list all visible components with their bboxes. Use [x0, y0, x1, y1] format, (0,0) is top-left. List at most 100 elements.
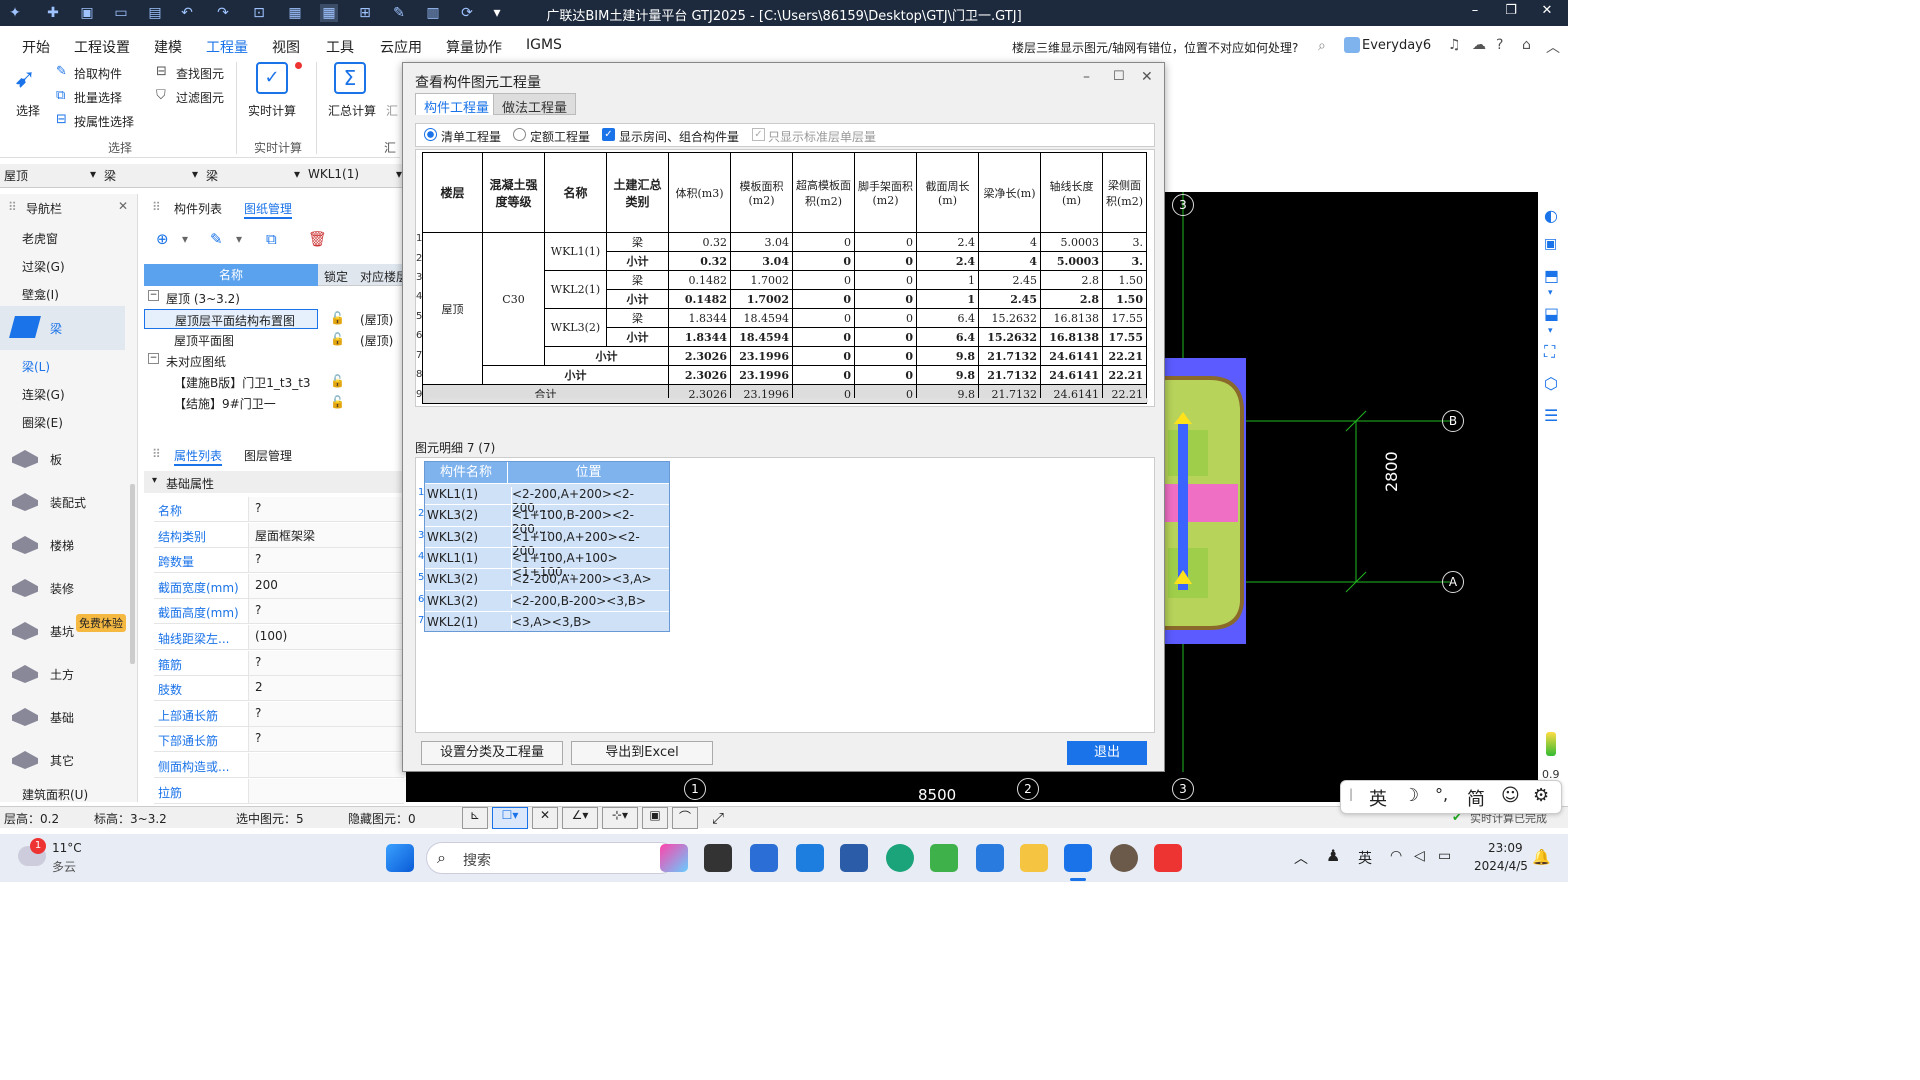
- file-explorer-icon[interactable]: [1020, 844, 1048, 872]
- select-button[interactable]: 选择: [16, 102, 40, 119]
- weather-desc[interactable]: 多云: [52, 858, 76, 875]
- menu-project-settings[interactable]: 工程设置: [74, 37, 130, 57]
- nav-scrollbar[interactable]: [130, 484, 135, 664]
- copilot-icon[interactable]: [660, 844, 688, 872]
- table-header-cell[interactable]: 梁侧面积(m2): [1102, 152, 1147, 233]
- table-header-cell[interactable]: 体积(m3): [668, 152, 731, 233]
- collapse-icon[interactable]: −: [148, 353, 159, 364]
- nav-item-building-area[interactable]: 建筑面积(U): [22, 786, 88, 803]
- add-drawing-icon[interactable]: ⊕: [156, 230, 169, 248]
- nav-item-lintel[interactable]: 过梁(G): [22, 258, 65, 275]
- prop-value[interactable]: 屋面框架梁: [248, 522, 408, 547]
- qq-icon[interactable]: ♟: [1326, 846, 1340, 865]
- subtype-dropdown[interactable]: 梁 ▾: [206, 167, 302, 185]
- angle-icon[interactable]: ∠▾: [562, 807, 598, 829]
- prop-row[interactable]: 下部通长筋?: [154, 727, 408, 753]
- close-icon[interactable]: ✕: [118, 199, 128, 213]
- start-icon[interactable]: [386, 844, 414, 872]
- element-detail-list[interactable]: 构件名称 位置 1 WKL1(1) <2-200,A+200><2-200,... 2…: [418, 461, 670, 632]
- prop-row[interactable]: 跨数量?: [154, 548, 408, 574]
- tree-row-selected[interactable]: 屋顶层平面结构布置图: [144, 309, 318, 329]
- headset-icon[interactable]: ♫: [1448, 37, 1461, 53]
- tree-row[interactable]: − 屋顶 (3~3.2): [148, 288, 406, 308]
- tab-method-quantity[interactable]: 做法工程量: [493, 93, 577, 116]
- clock-date[interactable]: 2024/4/5: [1474, 859, 1528, 873]
- notification-bell-icon[interactable]: 🔔: [1532, 848, 1551, 866]
- volume-icon[interactable]: ◁: [1414, 848, 1425, 864]
- menu-cloud[interactable]: 云应用: [380, 37, 422, 57]
- cad-app-icon[interactable]: [840, 844, 868, 872]
- prop-value[interactable]: ?: [248, 727, 408, 752]
- arc-icon[interactable]: ⌒: [672, 807, 698, 829]
- prop-row[interactable]: 轴线距梁左... (100): [154, 625, 408, 650]
- tab-component-quantity[interactable]: 构件工程量: [415, 93, 499, 116]
- prop-row[interactable]: 拉筋: [154, 778, 408, 804]
- exit-button[interactable]: 退出: [1067, 741, 1147, 765]
- collapse-ribbon-icon[interactable]: ︿: [1546, 37, 1560, 57]
- menu-quantity[interactable]: 工程量: [206, 37, 248, 60]
- prop-value[interactable]: ?: [248, 650, 408, 675]
- tab-drawing-management[interactable]: 图纸管理: [244, 200, 293, 219]
- tab-component-list[interactable]: 构件列表: [174, 200, 222, 217]
- chevron-down-icon[interactable]: ▾: [236, 232, 242, 246]
- gtj-app-icon[interactable]: [1064, 844, 1092, 872]
- table-header-cell[interactable]: 模板面积(m2): [730, 152, 793, 233]
- nav-cat-slab[interactable]: 板: [50, 451, 62, 468]
- tree-row[interactable]: 屋顶平面图: [144, 330, 318, 350]
- prop-value[interactable]: ?: [248, 548, 408, 573]
- drag-handle-icon[interactable]: ⠿: [152, 200, 161, 214]
- iso-view-icon[interactable]: ⬡: [1544, 374, 1558, 393]
- list-view-icon[interactable]: ☰: [1544, 406, 1558, 425]
- find-element-button[interactable]: 查找图元: [176, 65, 224, 82]
- export-excel-button[interactable]: 导出到Excel: [571, 741, 713, 765]
- detail-row[interactable]: 2 WKL3(2) <1+100,B-200><2-200,...: [418, 504, 669, 537]
- concept-app-icon[interactable]: [930, 844, 958, 872]
- tray-chevron-icon[interactable]: ︿: [1294, 848, 1308, 868]
- username[interactable]: Everyday6: [1362, 38, 1431, 53]
- table-header-cell[interactable]: 脚手架面积(m2): [854, 152, 917, 233]
- collapse-icon[interactable]: −: [148, 290, 159, 301]
- nav-item-coupling-beam[interactable]: 连梁(G): [22, 386, 65, 403]
- prop-row[interactable]: 截面高度(mm)?: [154, 599, 408, 625]
- menu-start[interactable]: 开始: [22, 37, 50, 57]
- emoji-icon[interactable]: ☺: [1501, 785, 1520, 806]
- expand-icon[interactable]: ⤢: [712, 809, 724, 827]
- cross-snap-icon[interactable]: ✕: [532, 807, 558, 829]
- close-icon[interactable]: ✕: [1141, 69, 1153, 85]
- axis-label-3-top[interactable]: 3: [1172, 194, 1194, 216]
- minimize-icon[interactable]: –: [1460, 3, 1490, 18]
- select-by-attr-button[interactable]: 按属性选择: [74, 113, 134, 130]
- axis-label-1[interactable]: 1: [684, 778, 706, 800]
- tab-layer-management[interactable]: 图层管理: [244, 447, 292, 464]
- close-icon[interactable]: ✕: [1532, 3, 1562, 18]
- offset-icon[interactable]: ⊹▾: [602, 807, 638, 829]
- fit-view-icon[interactable]: ⛶: [1544, 342, 1555, 362]
- prop-row[interactable]: 名称?: [154, 497, 408, 522]
- detail-col-position[interactable]: 位置: [507, 462, 669, 483]
- weather-temp[interactable]: 11°C: [52, 841, 82, 855]
- axis-label-2[interactable]: 2: [1017, 778, 1039, 800]
- prop-row[interactable]: 肢数 2: [154, 676, 408, 702]
- table-header-cell[interactable]: 超高模板面积(m2): [792, 152, 855, 233]
- store-icon[interactable]: [750, 844, 778, 872]
- help-icon[interactable]: ?: [1496, 37, 1503, 53]
- prop-group-header[interactable]: ▾ 基础属性: [144, 471, 406, 493]
- wps-icon[interactable]: [1154, 844, 1182, 872]
- tray-lang[interactable]: 英: [1358, 848, 1372, 868]
- nav-cat-prefab[interactable]: 装配式: [50, 494, 86, 511]
- moon-icon[interactable]: ☽: [1403, 785, 1419, 806]
- table-header-cell[interactable]: 截面周长(m): [916, 152, 979, 233]
- prop-row[interactable]: 箍筋?: [154, 650, 408, 676]
- ime-drag-handle[interactable]: |: [1349, 787, 1353, 801]
- nav-item-dormer[interactable]: 老虎窗: [22, 230, 58, 247]
- tree-row[interactable]: 【建施B版】门卫1_t3_t3: [144, 372, 318, 392]
- checkbox-std-only[interactable]: ✓: [752, 128, 765, 141]
- radio-quota-quantity[interactable]: [513, 128, 526, 141]
- help-search-text[interactable]: 楼层三维显示图元/轴网有错位，位置不对应如何处理?: [1012, 39, 1298, 56]
- prop-row[interactable]: 截面宽度(mm) 200: [154, 573, 408, 599]
- table-header-cell[interactable]: 土建汇总类别: [606, 152, 669, 233]
- summary-calc-button[interactable]: 汇总计算: [328, 102, 376, 119]
- detail-col-name[interactable]: 构件名称: [425, 462, 507, 483]
- table-header-cell[interactable]: 楼层: [422, 152, 483, 233]
- menu-tools[interactable]: 工具: [326, 37, 354, 57]
